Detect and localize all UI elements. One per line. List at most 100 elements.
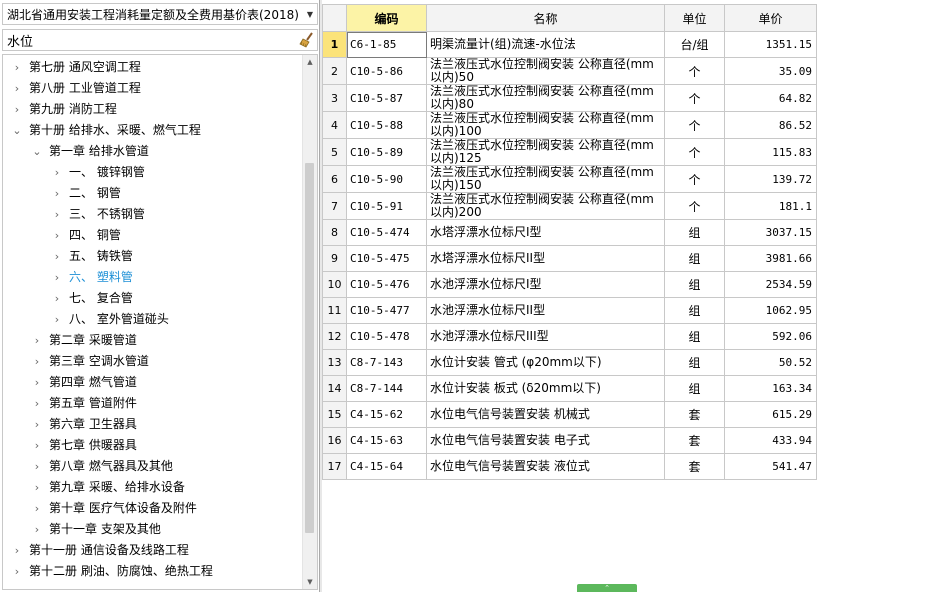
- unit-cell[interactable]: 套: [664, 427, 725, 454]
- name-cell[interactable]: 水位电气信号装置安装 机械式: [426, 401, 665, 428]
- price-header[interactable]: 单价: [724, 4, 817, 32]
- name-cell[interactable]: 法兰液压式水位控制阀安装 公称直径(mm以内)150: [426, 165, 665, 193]
- price-cell[interactable]: 1062.95: [724, 297, 817, 324]
- tree-item[interactable]: ⌄ 第十册 给排水、采暖、燃气工程: [11, 120, 200, 141]
- chevron-right-icon[interactable]: ›: [51, 163, 63, 183]
- scroll-thumb[interactable]: [305, 163, 314, 533]
- name-cell[interactable]: 水位电气信号装置安装 电子式: [426, 427, 665, 454]
- price-cell[interactable]: 615.29: [724, 401, 817, 428]
- unit-cell[interactable]: 组: [664, 323, 725, 350]
- chevron-right-icon[interactable]: ›: [31, 436, 43, 456]
- chevron-down-icon[interactable]: ⌄: [11, 121, 23, 141]
- code-cell[interactable]: C10-5-87: [346, 84, 427, 112]
- name-cell[interactable]: 水池浮漂水位标尺II型: [426, 297, 665, 324]
- scroll-down-icon[interactable]: ▼: [303, 575, 317, 589]
- unit-cell[interactable]: 组: [664, 271, 725, 298]
- tree-item[interactable]: › 四、 铜管: [51, 225, 121, 245]
- chevron-right-icon[interactable]: ›: [11, 58, 23, 78]
- price-cell[interactable]: 64.82: [724, 84, 817, 112]
- code-cell[interactable]: C10-5-477: [346, 297, 427, 324]
- price-cell[interactable]: 139.72: [724, 165, 817, 193]
- chevron-down-icon[interactable]: ▼: [303, 10, 317, 19]
- unit-cell[interactable]: 个: [664, 138, 725, 166]
- search-input[interactable]: [7, 32, 297, 48]
- price-cell[interactable]: 2534.59: [724, 271, 817, 298]
- code-cell[interactable]: C10-5-474: [346, 219, 427, 246]
- price-cell[interactable]: 50.52: [724, 349, 817, 376]
- name-cell[interactable]: 水位电气信号装置安装 液位式: [426, 453, 665, 480]
- code-cell[interactable]: C4-15-62: [346, 401, 427, 428]
- tree-item[interactable]: › 五、 铸铁管: [51, 246, 133, 266]
- unit-cell[interactable]: 个: [664, 111, 725, 139]
- code-cell[interactable]: C10-5-88: [346, 111, 427, 139]
- price-cell[interactable]: 115.83: [724, 138, 817, 166]
- code-cell[interactable]: C10-5-86: [346, 57, 427, 85]
- row-index-cell[interactable]: 5: [322, 138, 347, 166]
- tree-item[interactable]: › 第四章 燃气管道: [31, 372, 137, 392]
- table-row[interactable]: 1 C6-1-85 明渠流量计(组)流速-水位法 台/组 1351.15: [322, 31, 817, 58]
- unit-cell[interactable]: 个: [664, 84, 725, 112]
- code-cell[interactable]: C10-5-90: [346, 165, 427, 193]
- chevron-right-icon[interactable]: ›: [31, 394, 43, 414]
- tree-item[interactable]: › 第十一章 支架及其他: [31, 519, 161, 539]
- table-row[interactable]: 14 C8-7-144 水位计安装 板式 (δ20mm以下) 组 163.34: [322, 375, 817, 402]
- name-cell[interactable]: 法兰液压式水位控制阀安装 公称直径(mm以内)200: [426, 192, 665, 220]
- table-row[interactable]: 13 C8-7-143 水位计安装 管式 (φ20mm以下) 组 50.52: [322, 349, 817, 376]
- row-index-cell[interactable]: 15: [322, 401, 347, 428]
- table-row[interactable]: 10 C10-5-476 水池浮漂水位标尺Ⅰ型组 2534.59: [322, 271, 817, 298]
- tree-item[interactable]: › 第十章 医疗气体设备及附件: [31, 498, 197, 518]
- unit-cell[interactable]: 台/组: [664, 31, 725, 58]
- chevron-right-icon[interactable]: ›: [31, 415, 43, 435]
- row-index-cell[interactable]: 8: [322, 219, 347, 246]
- chevron-right-icon[interactable]: ›: [11, 79, 23, 99]
- row-index-cell[interactable]: 12: [322, 323, 347, 350]
- code-cell[interactable]: C10-5-89: [346, 138, 427, 166]
- unit-cell[interactable]: 个: [664, 165, 725, 193]
- tree-item[interactable]: › 第八章 燃气器具及其他: [31, 456, 173, 476]
- code-cell[interactable]: C8-7-144: [346, 375, 427, 402]
- row-index-cell[interactable]: 2: [322, 57, 347, 85]
- tree-item[interactable]: › 二、 钢管: [51, 183, 121, 203]
- name-cell[interactable]: 法兰液压式水位控制阀安装 公称直径(mm以内)125: [426, 138, 665, 166]
- chevron-right-icon[interactable]: ›: [51, 289, 63, 309]
- chevron-right-icon[interactable]: ›: [51, 205, 63, 225]
- tree-item[interactable]: › 第八册 工业管道工程: [11, 78, 141, 98]
- chevron-down-icon[interactable]: ⌄: [31, 142, 43, 162]
- price-cell[interactable]: 35.09: [724, 57, 817, 85]
- collapse-handle[interactable]: ⌃: [577, 584, 637, 592]
- table-row[interactable]: 15 C4-15-62 水位电气信号装置安装 机械式套 615.29: [322, 401, 817, 428]
- price-cell[interactable]: 3037.15: [724, 219, 817, 246]
- table-row[interactable]: 6 C10-5-90 法兰液压式水位控制阀安装 公称直径(mm以内)150 个 139.…: [322, 165, 817, 193]
- tree-scrollbar[interactable]: ▲ ▼: [302, 55, 317, 589]
- price-cell[interactable]: 592.06: [724, 323, 817, 350]
- broom-icon[interactable]: [297, 31, 317, 49]
- row-index-cell[interactable]: 9: [322, 245, 347, 272]
- tree-item[interactable]: › 第九章 采暖、给排水设备: [31, 477, 185, 497]
- tree-item[interactable]: › 第六章 卫生器具: [31, 414, 137, 434]
- price-cell[interactable]: 3981.66: [724, 245, 817, 272]
- chevron-right-icon[interactable]: ›: [51, 226, 63, 246]
- tree-item[interactable]: › 六、 塑料管: [51, 267, 133, 287]
- unit-cell[interactable]: 组: [664, 375, 725, 402]
- tree-item[interactable]: › 八、 室外管道碰头: [51, 309, 169, 329]
- unit-cell[interactable]: 组: [664, 349, 725, 376]
- code-cell[interactable]: C10-5-91: [346, 192, 427, 220]
- unit-cell[interactable]: 套: [664, 401, 725, 428]
- price-cell[interactable]: 181.1: [724, 192, 817, 220]
- price-cell[interactable]: 86.52: [724, 111, 817, 139]
- chevron-right-icon[interactable]: ›: [31, 499, 43, 519]
- tree-item[interactable]: › 三、 不锈钢管: [51, 204, 145, 224]
- row-index-cell[interactable]: 7: [322, 192, 347, 220]
- chevron-right-icon[interactable]: ›: [31, 373, 43, 393]
- name-cell[interactable]: 法兰液压式水位控制阀安装 公称直径(mm以内)100: [426, 111, 665, 139]
- chevron-right-icon[interactable]: ›: [51, 184, 63, 204]
- code-header[interactable]: 编码: [346, 4, 427, 32]
- code-cell[interactable]: C10-5-478: [346, 323, 427, 350]
- tree-item[interactable]: › 第十二册 刷油、防腐蚀、绝热工程: [11, 561, 213, 581]
- code-cell[interactable]: C10-5-475: [346, 245, 427, 272]
- table-row[interactable]: 17 C4-15-64 水位电气信号装置安装 液位式套 541.47: [322, 453, 817, 480]
- table-row[interactable]: 4 C10-5-88 法兰液压式水位控制阀安装 公称直径(mm以内)100 个 86.5…: [322, 111, 817, 139]
- table-row[interactable]: 12 C10-5-478 水池浮漂水位标尺III型组 592.06: [322, 323, 817, 350]
- chevron-right-icon[interactable]: ›: [51, 247, 63, 267]
- table-row[interactable]: 8 C10-5-474 水塔浮漂水位标尺Ⅰ型组 3037.15: [322, 219, 817, 246]
